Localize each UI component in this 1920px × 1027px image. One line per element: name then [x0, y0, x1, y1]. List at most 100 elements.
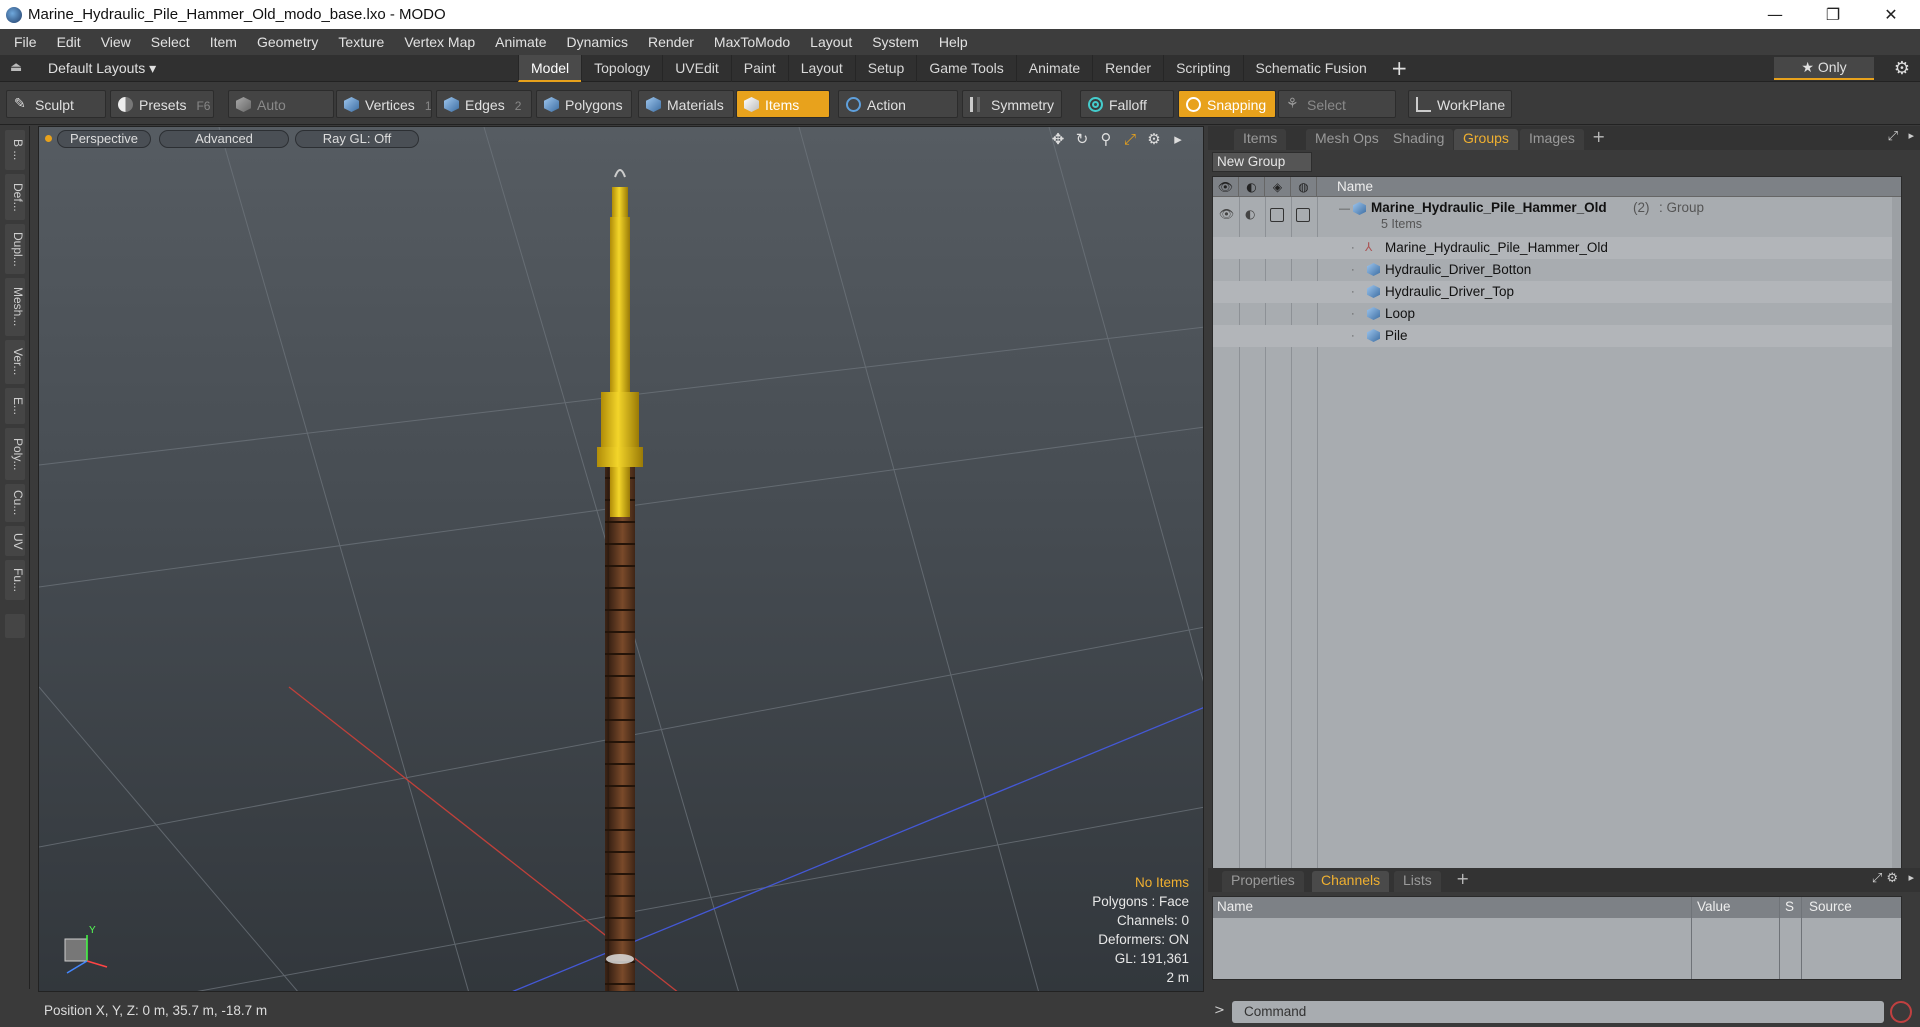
render-header-icon[interactable]: ◐ — [1239, 177, 1265, 197]
menu-render[interactable]: Render — [638, 29, 704, 55]
raygl-toggle[interactable]: Ray GL: Off — [295, 130, 419, 148]
left-tab-fusion[interactable]: Fu... — [5, 560, 25, 600]
left-tab-extra[interactable] — [5, 614, 25, 638]
polygons-button[interactable]: Polygons — [536, 90, 632, 118]
panel-menu-icon[interactable]: ▸ — [1908, 871, 1914, 884]
shading-dropdown[interactable]: Advanced — [159, 130, 289, 148]
menu-layout[interactable]: Layout — [800, 29, 862, 55]
minimize-button[interactable]: — — [1746, 0, 1804, 29]
channel-source-header[interactable]: Source — [1809, 899, 1852, 914]
tab-images[interactable]: Images — [1520, 129, 1584, 150]
left-tab-vertex[interactable]: Ver... — [5, 340, 25, 384]
maximize-icon[interactable]: ⤢ — [1121, 130, 1139, 148]
only-toggle[interactable]: ★ Only — [1774, 57, 1874, 80]
items-button[interactable]: Items — [736, 90, 830, 118]
viewport-more-icon[interactable]: ▸ — [1169, 130, 1187, 148]
close-button[interactable]: ✕ — [1862, 0, 1920, 29]
materials-button[interactable]: Materials — [638, 90, 734, 118]
expand-panel-icon[interactable]: ⤢ ⚙ — [1872, 871, 1898, 886]
group-row[interactable]: 👁 ◐ — Marine_Hydraulic_Pile_Hammer_Old (… — [1213, 199, 1901, 235]
tab-items[interactable]: Items — [1234, 129, 1287, 150]
gear-icon[interactable]: ⚙ — [1894, 58, 1910, 79]
name-column-header[interactable]: Name — [1337, 179, 1373, 194]
snapping-button[interactable]: Snapping — [1178, 90, 1276, 118]
menu-select[interactable]: Select — [141, 29, 200, 55]
tab-paint[interactable]: Paint — [730, 55, 788, 82]
visibility-header-icon[interactable]: 👁 — [1213, 177, 1239, 197]
menu-texture[interactable]: Texture — [328, 29, 394, 55]
tab-game-tools[interactable]: Game Tools — [916, 55, 1015, 82]
action-center-button[interactable]: Action Center — [838, 90, 958, 141]
default-layouts-dropdown[interactable]: Default Layouts ▾ — [48, 55, 156, 82]
3d-viewport[interactable]: Y Perspective Advanced Ray GL: Off ✥ ↻ ⚲… — [38, 126, 1204, 992]
add-tab-icon[interactable]: + — [1456, 869, 1469, 888]
tab-layout[interactable]: Layout — [787, 55, 855, 82]
tab-properties[interactable]: Properties — [1222, 871, 1304, 892]
tab-channels[interactable]: Channels — [1312, 871, 1390, 892]
restore-button[interactable]: ❐ — [1804, 0, 1862, 29]
menu-system[interactable]: System — [862, 29, 929, 55]
vertices-button[interactable]: Vertices 1 — [336, 90, 432, 118]
lock-header-icon[interactable]: ◈ — [1265, 177, 1291, 197]
add-tab-icon[interactable]: + — [1592, 127, 1605, 146]
tab-model[interactable]: Model — [518, 55, 582, 82]
menu-edit[interactable]: Edit — [47, 29, 91, 55]
tree-scrollbar[interactable] — [1892, 197, 1901, 881]
perspective-dropdown[interactable]: Perspective — [57, 130, 151, 148]
tab-uvedit[interactable]: UVEdit — [662, 55, 731, 82]
new-group-button[interactable]: New Group — [1212, 152, 1312, 172]
left-tab-mesh[interactable]: Mesh... — [5, 278, 25, 336]
viewport-options-dot[interactable] — [45, 135, 52, 142]
pan-icon[interactable]: ✥ — [1049, 130, 1067, 148]
menu-dynamics[interactable]: Dynamics — [557, 29, 638, 55]
workplane-button[interactable]: WorkPlane — [1408, 90, 1512, 118]
tree-item[interactable]: · ⅄ Marine_Hydraulic_Pile_Hammer_Old — [1213, 237, 1901, 259]
left-tab-uv[interactable]: UV — [5, 526, 25, 556]
auto-select-button[interactable]: Auto Select — [228, 90, 334, 141]
menu-geometry[interactable]: Geometry — [247, 29, 328, 55]
collapse-icon[interactable]: — — [1339, 203, 1350, 215]
viewport-gear-icon[interactable]: ⚙ — [1145, 130, 1163, 148]
sculpt-button[interactable]: ✎ Sculpt — [6, 90, 106, 118]
rotate-icon[interactable]: ↻ — [1073, 130, 1091, 148]
channel-value-header[interactable]: Value — [1697, 899, 1731, 914]
left-tab-edge[interactable]: E... — [5, 388, 25, 424]
symmetry-button[interactable]: Symmetry — [962, 90, 1062, 118]
record-macro-icon[interactable] — [1890, 1001, 1912, 1023]
tab-lists[interactable]: Lists — [1394, 871, 1441, 892]
menu-file[interactable]: File — [4, 29, 47, 55]
select-checkbox[interactable] — [1296, 208, 1310, 222]
tab-setup[interactable]: Setup — [854, 55, 917, 82]
left-tab-polygon[interactable]: Poly... — [5, 428, 25, 480]
select-header-icon[interactable]: ◍ — [1291, 177, 1317, 197]
zoom-icon[interactable]: ⚲ — [1097, 130, 1115, 148]
visibility-eye-icon[interactable]: 👁 — [1219, 207, 1234, 221]
tab-topology[interactable]: Topology — [581, 55, 662, 82]
command-history-icon[interactable]: > — [1214, 1003, 1225, 1018]
menu-view[interactable]: View — [91, 29, 141, 55]
tab-groups[interactable]: Groups — [1454, 129, 1518, 150]
tab-shading[interactable]: Shading — [1384, 129, 1454, 150]
edges-button[interactable]: Edges 2 — [436, 90, 532, 118]
tab-animate[interactable]: Animate — [1015, 55, 1092, 82]
channel-name-header[interactable]: Name — [1217, 899, 1253, 914]
channel-s-header[interactable]: S — [1785, 899, 1794, 914]
expand-panel-icon[interactable]: ⤢ — [1888, 129, 1898, 144]
left-tab-b[interactable]: B ... — [5, 130, 25, 170]
add-layout-tab-button[interactable]: + — [1379, 55, 1420, 82]
falloff-button[interactable]: Falloff — [1080, 90, 1174, 118]
tab-render[interactable]: Render — [1092, 55, 1163, 82]
tree-item[interactable]: · Pile — [1213, 325, 1901, 347]
tree-item[interactable]: · Hydraulic_Driver_Botton — [1213, 259, 1901, 281]
menu-maxtomodo[interactable]: MaxToModo — [704, 29, 800, 55]
render-toggle-icon[interactable]: ◐ — [1245, 207, 1255, 221]
tab-mesh-ops[interactable]: Mesh Ops — [1306, 129, 1388, 150]
left-tab-deformers[interactable]: Def... — [5, 174, 25, 220]
presets-button[interactable]: Presets F6 — [110, 90, 214, 118]
left-tab-curve[interactable]: Cu... — [5, 484, 25, 522]
lock-checkbox[interactable] — [1270, 208, 1284, 222]
tab-scripting[interactable]: Scripting — [1163, 55, 1242, 82]
panel-menu-icon[interactable]: ▸ — [1908, 129, 1914, 142]
tree-item[interactable]: · Hydraulic_Driver_Top — [1213, 281, 1901, 303]
left-tab-duplicate[interactable]: Dupl... — [5, 224, 25, 274]
